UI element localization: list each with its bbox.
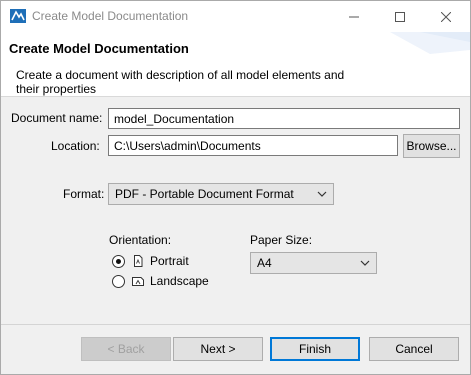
banner-description: Create a document with description of al…	[16, 68, 345, 96]
cancel-button-label: Cancel	[395, 342, 433, 356]
back-button[interactable]: < Back	[81, 337, 171, 361]
portrait-radio[interactable]	[112, 254, 125, 268]
paper-size-value: A4	[257, 256, 272, 270]
orientation-landscape-option[interactable]: Landscape	[112, 273, 209, 289]
cancel-button[interactable]: Cancel	[369, 337, 459, 361]
location-field[interactable]: C:\Users\admin\Documents	[108, 135, 398, 156]
dialog-window: Create Model Documentation Create Model …	[0, 0, 471, 375]
landscape-label: Landscape	[150, 274, 209, 288]
portrait-label: Portrait	[150, 254, 189, 268]
landscape-page-icon	[132, 277, 144, 286]
paper-size-dropdown[interactable]: A4	[250, 252, 377, 274]
chevron-down-icon	[360, 260, 370, 266]
browse-button-label: Browse...	[406, 139, 457, 153]
document-name-label: Document name:	[11, 111, 103, 125]
footer-separator	[1, 324, 470, 325]
close-icon	[441, 11, 451, 22]
chevron-down-icon	[317, 191, 327, 197]
browse-button[interactable]: Browse...	[403, 134, 460, 158]
maximize-button[interactable]	[377, 1, 423, 32]
header-banner: Create Model Documentation Create a docu…	[1, 32, 470, 97]
landscape-radio[interactable]	[112, 274, 125, 288]
title-bar: Create Model Documentation	[1, 1, 470, 32]
minimize-icon	[349, 16, 359, 17]
orientation-label: Orientation:	[109, 233, 172, 247]
finish-button-label: Finish	[298, 342, 331, 356]
minimize-button[interactable]	[331, 1, 377, 32]
location-label: Location:	[51, 139, 100, 153]
finish-button[interactable]: Finish	[270, 337, 360, 361]
portrait-page-icon	[134, 255, 143, 267]
format-dropdown-value: PDF - Portable Document Format	[115, 187, 294, 201]
format-dropdown[interactable]: PDF - Portable Document Format	[108, 183, 334, 205]
paper-size-label: Paper Size:	[250, 233, 313, 247]
back-button-label: < Back	[107, 342, 145, 356]
format-label: Format:	[63, 187, 105, 201]
orientation-portrait-option[interactable]: Portrait	[112, 253, 189, 269]
document-name-field[interactable]: model_Documentation	[108, 108, 460, 129]
banner-title: Create Model Documentation	[9, 41, 189, 56]
window-title: Create Model Documentation	[32, 9, 189, 23]
next-button-label: Next >	[200, 342, 236, 356]
next-button[interactable]: Next >	[173, 337, 263, 361]
close-button[interactable]	[423, 1, 469, 32]
maximize-icon	[395, 11, 405, 22]
app-logo-icon	[10, 9, 26, 23]
banner-decoration	[390, 32, 470, 54]
